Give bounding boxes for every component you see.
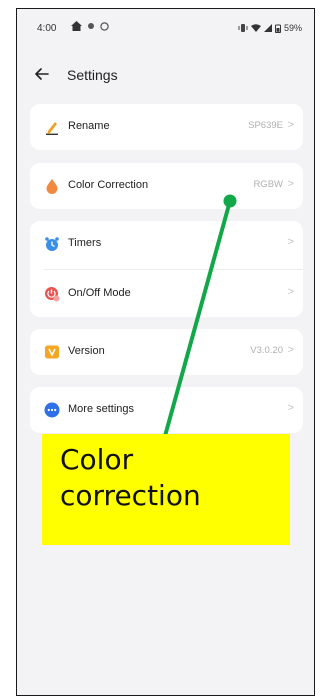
callout-line-1: Color (60, 443, 134, 476)
timers-label: Timers (68, 237, 102, 249)
color-correction-label: Color Correction (68, 179, 149, 191)
vibrate-icon (238, 24, 248, 32)
status-bar: 4:00 59% (17, 9, 314, 49)
version-row[interactable]: Version V3.0.20 > (30, 329, 303, 375)
chevron-right-icon: > (287, 286, 294, 298)
version-value: V3.0.20 (250, 345, 283, 356)
signal-icon (263, 24, 272, 32)
color-correction-row[interactable]: Color Correction RGBW > (30, 163, 303, 209)
page-title: Settings (67, 67, 118, 83)
alarm-clock-icon (45, 237, 59, 251)
timers-row[interactable]: Timers > (30, 221, 303, 267)
droplet-icon (46, 179, 58, 194)
version-label: Version (68, 345, 105, 357)
chevron-right-icon: > (287, 119, 294, 131)
more-settings-card: More settings > (30, 387, 303, 433)
pencil-icon (46, 122, 58, 135)
chevron-right-icon: > (287, 402, 294, 414)
more-settings-label: More settings (68, 403, 135, 415)
rename-card: Rename SP639E > (30, 104, 303, 150)
status-time: 4:00 (37, 23, 57, 34)
rename-label: Rename (68, 120, 110, 132)
chevron-right-icon: > (287, 344, 294, 356)
notification-icon (88, 23, 94, 29)
callout-line-2: correction (60, 479, 201, 512)
onoff-mode-label: On/Off Mode (68, 287, 131, 299)
phone-screen: 4:00 59% Settings Rename SP639E > Color … (16, 8, 315, 696)
chevron-right-icon: > (287, 236, 294, 248)
back-arrow-icon[interactable] (33, 65, 51, 83)
app-icon (100, 21, 109, 31)
chevron-right-icon: > (287, 178, 294, 190)
version-card: Version V3.0.20 > (30, 329, 303, 375)
power-mode-icon (45, 287, 60, 302)
battery-icon (274, 24, 281, 33)
timers-onoff-card: Timers > On/Off Mode > (30, 221, 303, 317)
home-icon (71, 21, 82, 31)
wifi-icon (250, 24, 261, 32)
version-tag-icon (45, 345, 59, 359)
color-correction-card: Color Correction RGBW > (30, 163, 303, 209)
status-right: 59% (238, 23, 302, 33)
rename-row[interactable]: Rename SP639E > (30, 104, 303, 150)
status-icons (71, 21, 109, 31)
row-divider (44, 269, 303, 270)
app-header: Settings (17, 59, 314, 95)
rename-value: SP639E (248, 120, 283, 131)
more-settings-row[interactable]: More settings > (30, 387, 303, 433)
color-correction-value: RGBW (253, 179, 283, 190)
annotation-callout: Color correction (42, 434, 290, 545)
onoff-mode-row[interactable]: On/Off Mode > (30, 271, 303, 317)
more-dots-icon (44, 402, 60, 418)
battery-level: 59% (283, 23, 302, 33)
